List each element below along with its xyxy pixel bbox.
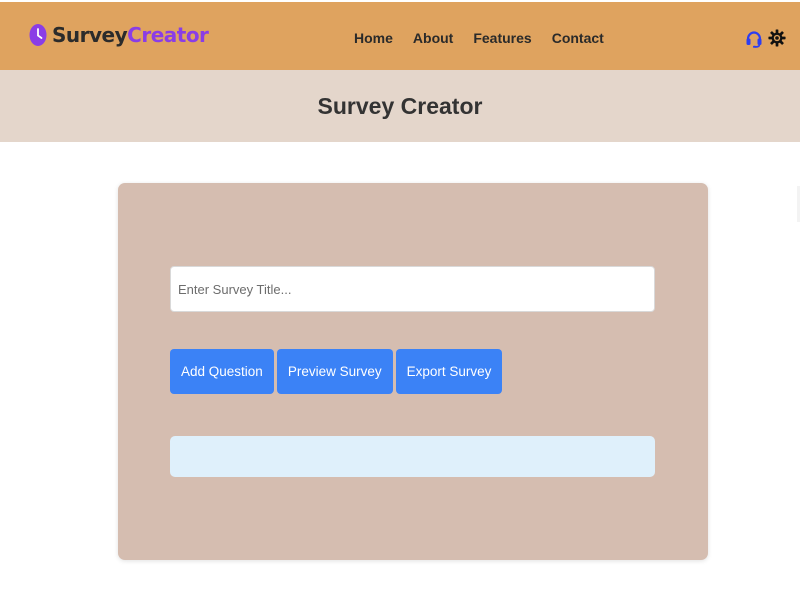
nav-link-contact[interactable]: Contact [552, 28, 604, 48]
nav-link-features[interactable]: Features [473, 28, 531, 48]
questions-container [170, 436, 655, 477]
gear-icon[interactable] [768, 28, 786, 48]
nav-links: Home About Features Contact [344, 28, 614, 48]
logo[interactable]: SurveyCreator [29, 23, 209, 47]
nav-link-about[interactable]: About [413, 28, 453, 48]
logo-word-survey: Survey [52, 23, 128, 47]
navbar: SurveyCreator Home About Features Contac… [0, 2, 800, 70]
logo-text: SurveyCreator [52, 23, 209, 47]
page-header: Survey Creator [0, 70, 800, 142]
export-survey-button[interactable]: Export Survey [395, 349, 503, 394]
action-buttons: Add Question Preview Survey Export Surve… [170, 349, 505, 394]
add-question-button[interactable]: Add Question [170, 349, 274, 394]
survey-title-input[interactable] [170, 266, 655, 312]
preview-survey-button[interactable]: Preview Survey [276, 349, 393, 394]
logo-word-creator: Creator [127, 23, 209, 47]
nav-link-home[interactable]: Home [354, 28, 393, 48]
headset-icon[interactable] [745, 28, 763, 48]
page-title: Survey Creator [317, 92, 483, 119]
clock-icon [29, 24, 47, 46]
survey-card: Add Question Preview Survey Export Surve… [118, 183, 708, 560]
